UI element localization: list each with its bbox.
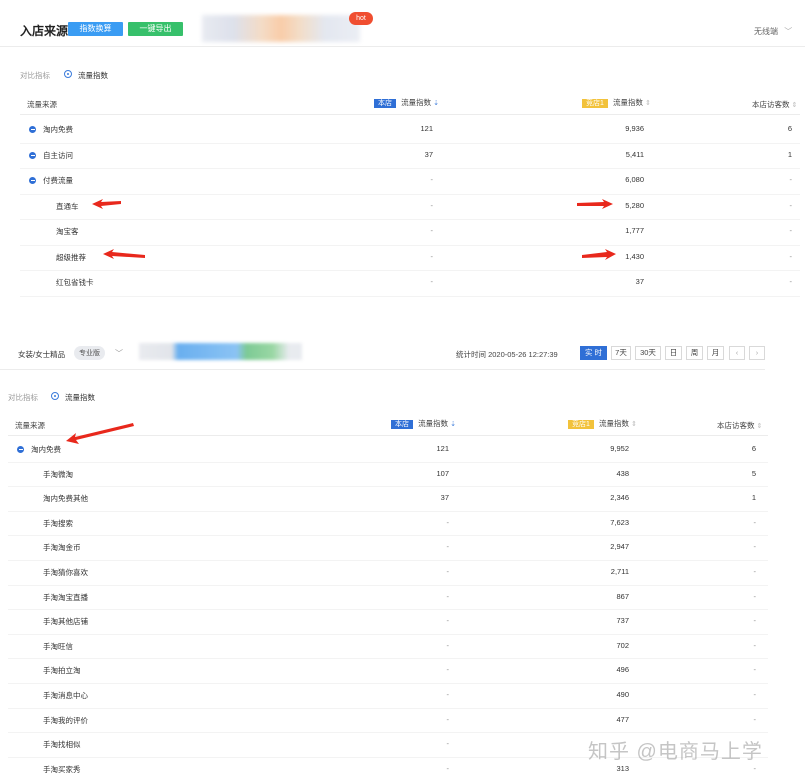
- arrow-icon: [66, 423, 134, 444]
- arrow-icon: [582, 249, 616, 260]
- watermark: 知乎 @电商马上学: [588, 741, 763, 763]
- annotation-arrows: [66, 199, 616, 444]
- arrow-icon: [577, 199, 613, 209]
- arrow-icon: [92, 199, 121, 209]
- arrow-icon: [103, 249, 145, 259]
